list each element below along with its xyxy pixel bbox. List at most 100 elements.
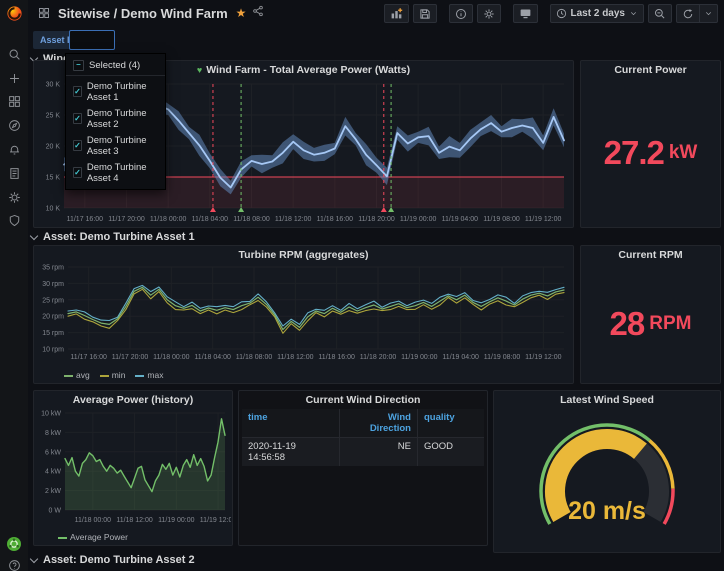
- svg-text:11/18 00:00: 11/18 00:00: [153, 354, 190, 361]
- help-icon[interactable]: [6, 557, 22, 571]
- grafana-logo[interactable]: [5, 4, 23, 22]
- dropdown-option-4[interactable]: ✓ Demo Turbine Asset 4: [66, 159, 165, 186]
- rpm-chart[interactable]: 11/17 16:0011/17 20:0011/18 00:0011/18 0…: [38, 264, 570, 369]
- refresh-interval-dropdown[interactable]: [699, 5, 717, 22]
- info-button[interactable]: [449, 4, 473, 23]
- apps-grid-icon: [36, 5, 52, 21]
- svg-text:11/17 16:00: 11/17 16:00: [67, 216, 104, 223]
- shield-icon[interactable]: [6, 212, 22, 228]
- dashboards-icon[interactable]: [6, 93, 22, 109]
- star-icon[interactable]: ★: [236, 6, 247, 20]
- panel-title[interactable]: Current Power: [581, 61, 720, 79]
- panel-current-rpm: Current RPM 28 RPM: [580, 245, 721, 384]
- svg-text:10 rpm: 10 rpm: [42, 347, 64, 354]
- svg-text:11/18 20:00: 11/18 20:00: [358, 216, 395, 223]
- panel-title[interactable]: Current Wind Direction: [239, 391, 487, 409]
- svg-text:15 K: 15 K: [46, 175, 61, 182]
- svg-text:11/19 08:00: 11/19 08:00: [483, 216, 520, 223]
- search-icon[interactable]: [6, 46, 22, 62]
- time-range-picker[interactable]: Last 2 days: [550, 4, 644, 23]
- page-title[interactable]: Sitewise / Demo Wind Farm: [58, 6, 228, 21]
- svg-text:0 W: 0 W: [49, 508, 62, 515]
- time-range-label: Last 2 days: [571, 8, 625, 19]
- checkbox-checked[interactable]: ✓: [73, 140, 82, 151]
- wind-speed-gauge: 20 m/s: [497, 411, 717, 552]
- checkbox-checked[interactable]: ✓: [73, 113, 82, 124]
- current-power-unit: kW: [669, 142, 698, 164]
- checkbox-checked[interactable]: ✓: [73, 86, 82, 97]
- cell-quality: GOOD: [418, 438, 484, 466]
- svg-text:11/19 08:00: 11/19 08:00: [484, 354, 521, 361]
- svg-text:11/17 20:00: 11/17 20:00: [108, 216, 145, 223]
- legend-item-average-power[interactable]: Average Power: [58, 532, 128, 542]
- dropdown-option-2[interactable]: ✓ Demo Turbine Asset 2: [66, 105, 165, 132]
- svg-text:11/18 16:00: 11/18 16:00: [317, 216, 354, 223]
- svg-text:35 rpm: 35 rpm: [42, 265, 64, 272]
- svg-text:11/18 04:00: 11/18 04:00: [192, 216, 229, 223]
- svg-text:20 m/s: 20 m/s: [568, 497, 646, 525]
- dropdown-selected-summary[interactable]: – Selected (4): [66, 57, 165, 73]
- add-panel-button[interactable]: [384, 4, 409, 23]
- column-header-wind-direction[interactable]: Wind Direction: [340, 409, 418, 437]
- refresh-split-button[interactable]: [676, 4, 718, 23]
- current-rpm-value: 28: [610, 305, 645, 343]
- svg-text:11/18 04:00: 11/18 04:00: [194, 354, 231, 361]
- legend-item-min[interactable]: min: [100, 370, 126, 380]
- svg-text:2 kW: 2 kW: [45, 488, 61, 495]
- alert-heart-icon: ♥: [197, 65, 202, 75]
- plus-icon[interactable]: [6, 70, 22, 86]
- panel-turbine-rpm: Turbine RPM (aggregates) 11/17 16:0011/1…: [33, 245, 574, 384]
- refresh-icon[interactable]: [677, 8, 699, 20]
- save-dashboard-button[interactable]: [413, 4, 437, 23]
- svg-text:11/18 20:00: 11/18 20:00: [360, 354, 397, 361]
- svg-text:8 kW: 8 kW: [45, 430, 61, 437]
- alerting-bell-icon[interactable]: [6, 141, 22, 157]
- svg-text:11/18 16:00: 11/18 16:00: [318, 354, 355, 361]
- panel-title[interactable]: Latest Wind Speed: [494, 391, 720, 409]
- checkbox-checked[interactable]: ✓: [73, 167, 82, 178]
- panel-average-power-history: Average Power (history) 11/18 00:0011/18…: [33, 390, 233, 546]
- header-bar: Sitewise / Demo Wind Farm ★: [28, 0, 724, 26]
- panel-current-wind-direction: Current Wind Direction time Wind Directi…: [238, 390, 488, 546]
- svg-text:11/18 12:00: 11/18 12:00: [275, 216, 312, 223]
- svg-text:10 kW: 10 kW: [41, 411, 61, 418]
- share-icon[interactable]: [252, 4, 264, 22]
- panel-title[interactable]: Turbine RPM (aggregates): [34, 246, 573, 264]
- legend-item-max[interactable]: max: [135, 370, 163, 380]
- svg-text:11/19 04:00: 11/19 04:00: [442, 354, 479, 361]
- table-row: 2020-11-19 14:56:58 NE GOOD: [242, 438, 484, 466]
- chevron-down-icon: [30, 554, 38, 562]
- column-header-time[interactable]: time: [242, 409, 340, 437]
- panel-current-power: Current Power 27.2 kW: [580, 60, 721, 228]
- cycle-view-tv-button[interactable]: [513, 4, 538, 23]
- dropdown-option-1[interactable]: ✓ Demo Turbine Asset 1: [66, 78, 165, 105]
- svg-text:15 rpm: 15 rpm: [42, 330, 64, 337]
- asset-id-input[interactable]: [69, 30, 115, 50]
- table-header-row: time Wind Direction quality: [242, 409, 484, 438]
- checkbox-indeterminate[interactable]: –: [73, 60, 84, 71]
- rpm-legend: avg min max: [64, 370, 163, 380]
- zoom-out-button[interactable]: [648, 4, 672, 23]
- history-chart[interactable]: 11/18 00:0011/18 12:0011/19 00:0011/19 1…: [37, 409, 231, 532]
- legend-item-avg[interactable]: avg: [64, 370, 90, 380]
- svg-text:11/17 20:00: 11/17 20:00: [112, 354, 149, 361]
- explore-compass-icon[interactable]: [6, 117, 22, 133]
- history-legend: Average Power: [58, 532, 128, 542]
- user-avatar[interactable]: [6, 536, 22, 552]
- settings-gear-icon[interactable]: [6, 189, 22, 205]
- svg-text:11/18 12:00: 11/18 12:00: [116, 517, 153, 524]
- panel-title[interactable]: Current RPM: [581, 246, 720, 264]
- svg-text:20 K: 20 K: [46, 144, 61, 151]
- svg-text:25 K: 25 K: [46, 113, 61, 120]
- svg-text:25 rpm: 25 rpm: [42, 297, 64, 304]
- dashboard-settings-button[interactable]: [477, 4, 501, 23]
- svg-text:10 K: 10 K: [46, 206, 61, 213]
- document-icon[interactable]: [6, 165, 22, 181]
- dropdown-option-3[interactable]: ✓ Demo Turbine Asset 3: [66, 132, 165, 159]
- row-header-asset2[interactable]: Asset: Demo Turbine Asset 2: [31, 554, 195, 566]
- column-header-quality[interactable]: quality: [418, 409, 484, 437]
- panel-title[interactable]: Average Power (history): [34, 391, 232, 409]
- svg-text:11/19 04:00: 11/19 04:00: [442, 216, 479, 223]
- svg-text:4 kW: 4 kW: [45, 469, 61, 476]
- row-header-asset1[interactable]: Asset: Demo Turbine Asset 1: [31, 231, 195, 243]
